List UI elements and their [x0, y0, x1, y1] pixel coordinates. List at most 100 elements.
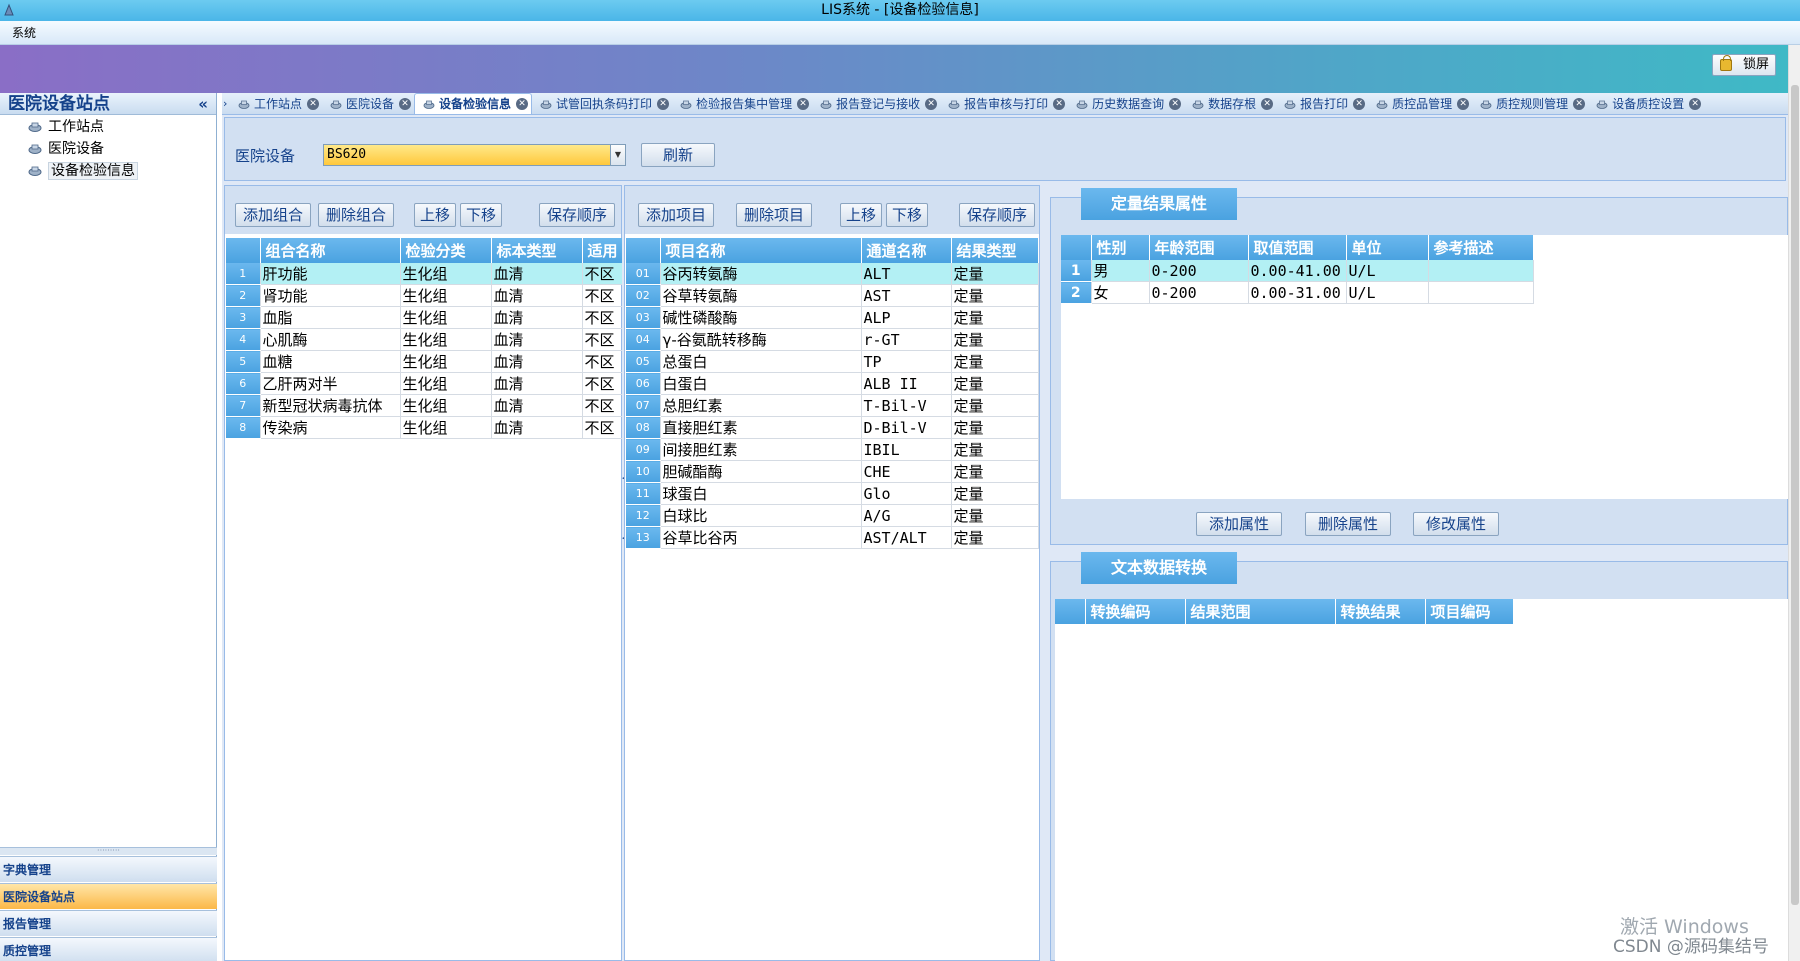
delete-group-button[interactable]: 删除组合: [318, 203, 394, 227]
add-item-button[interactable]: 添加项目: [638, 203, 714, 227]
table-row[interactable]: 2 肾功能 生化组 血清 不区: [226, 284, 623, 307]
refresh-button[interactable]: 刷新: [641, 143, 715, 167]
column-header[interactable]: 适用: [582, 238, 623, 263]
move-down-item-button[interactable]: 下移: [886, 203, 928, 227]
move-up-group-button[interactable]: 上移: [414, 203, 456, 227]
specimen-cell[interactable]: 血清: [491, 328, 583, 351]
item-name-cell[interactable]: 间接胆红素: [660, 438, 862, 461]
close-icon[interactable]: ✕: [516, 98, 529, 110]
move-up-item-button[interactable]: 上移: [840, 203, 882, 227]
tab-item[interactable]: 设备检验信息 ✕: [414, 93, 533, 114]
specimen-cell[interactable]: 血清: [491, 350, 583, 373]
group-name-cell[interactable]: 新型冠状病毒抗体: [260, 394, 401, 417]
collapse-sidebar-icon[interactable]: «: [198, 93, 208, 115]
item-name-cell[interactable]: 白蛋白: [660, 372, 862, 395]
channel-cell[interactable]: CHE: [861, 460, 952, 483]
table-row[interactable]: 4 心肌酶 生化组 血清 不区: [226, 328, 623, 351]
table-row[interactable]: 05 总蛋白 TP 定量: [626, 350, 1039, 373]
channel-cell[interactable]: ALB II: [861, 372, 952, 395]
group-name-cell[interactable]: 乙肝两对半: [260, 372, 401, 395]
nav-group-report[interactable]: 报告管理: [0, 910, 217, 936]
result-type-cell[interactable]: 定量: [951, 416, 1039, 439]
applies-cell[interactable]: 不区: [582, 416, 623, 439]
nav-group-hospital-device-station[interactable]: 医院设备站点: [0, 883, 217, 909]
applies-cell[interactable]: 不区: [582, 306, 623, 329]
channel-cell[interactable]: IBIL: [861, 438, 952, 461]
item-name-cell[interactable]: 胆碱酯酶: [660, 460, 862, 483]
channel-cell[interactable]: ALP: [861, 306, 952, 329]
close-icon[interactable]: ✕: [1261, 98, 1274, 110]
applies-cell[interactable]: 不区: [582, 350, 623, 373]
column-header[interactable]: 转换结果: [1335, 599, 1426, 624]
value-range-cell[interactable]: 0.00-41.00: [1248, 260, 1347, 282]
category-cell[interactable]: 生化组: [400, 416, 492, 439]
channel-cell[interactable]: AST: [861, 284, 952, 307]
applies-cell[interactable]: 不区: [582, 372, 623, 395]
table-row[interactable]: 01 谷丙转氨酶 ALT 定量: [626, 263, 1039, 285]
group-name-cell[interactable]: 心肌酶: [260, 328, 401, 351]
category-cell[interactable]: 生化组: [400, 306, 492, 329]
category-cell[interactable]: 生化组: [400, 350, 492, 373]
item-name-cell[interactable]: 碱性磷酸酶: [660, 306, 862, 329]
delete-item-button[interactable]: 删除项目: [736, 203, 812, 227]
table-row[interactable]: 1 男 0-200 0.00-41.00 U/L: [1061, 260, 1534, 282]
add-group-button[interactable]: 添加组合: [235, 203, 311, 227]
device-select[interactable]: BS620: [323, 144, 613, 166]
menu-system[interactable]: 系统: [8, 25, 40, 41]
table-row[interactable]: 13 谷草比谷丙 AST/ALT 定量: [626, 526, 1039, 549]
specimen-cell[interactable]: 血清: [491, 306, 583, 329]
specimen-cell[interactable]: 血清: [491, 263, 583, 285]
result-type-cell[interactable]: 定量: [951, 372, 1039, 395]
category-cell[interactable]: 生化组: [400, 394, 492, 417]
tab-item[interactable]: 质控规则管理 ✕: [1472, 94, 1588, 114]
result-type-cell[interactable]: 定量: [951, 482, 1039, 505]
channel-cell[interactable]: ALT: [861, 263, 952, 285]
save-item-order-button[interactable]: 保存顺序: [959, 203, 1035, 227]
nav-group-quality-control[interactable]: 质控管理: [0, 937, 217, 961]
table-row[interactable]: 5 血糖 生化组 血清 不区: [226, 350, 623, 373]
age-range-cell[interactable]: 0-200: [1149, 281, 1249, 304]
window-scrollbar[interactable]: [1788, 45, 1800, 961]
item-name-cell[interactable]: 总蛋白: [660, 350, 862, 373]
value-range-cell[interactable]: 0.00-31.00: [1248, 281, 1347, 304]
close-icon[interactable]: ✕: [925, 98, 938, 110]
table-row[interactable]: 8 传染病 生化组 血清 不区: [226, 416, 623, 439]
channel-cell[interactable]: A/G: [861, 504, 952, 527]
tab-item[interactable]: 工作站点 ✕: [230, 94, 322, 114]
chevron-down-icon[interactable]: ▼: [610, 144, 626, 166]
item-name-cell[interactable]: 谷草比谷丙: [660, 526, 862, 549]
close-icon[interactable]: ✕: [1573, 98, 1586, 110]
item-name-cell[interactable]: 直接胆红素: [660, 416, 862, 439]
column-header[interactable]: 转换编码: [1085, 599, 1186, 624]
category-cell[interactable]: 生化组: [400, 284, 492, 307]
sidebar-item-hospital-device[interactable]: 医院设备: [0, 138, 216, 160]
edit-attribute-button[interactable]: 修改属性: [1413, 512, 1499, 536]
sex-cell[interactable]: 女: [1091, 281, 1150, 304]
tab-item[interactable]: 报告打印 ✕: [1276, 94, 1368, 114]
applies-cell[interactable]: 不区: [582, 263, 623, 285]
close-icon[interactable]: ✕: [399, 98, 412, 110]
age-range-cell[interactable]: 0-200: [1149, 260, 1249, 282]
tab-item[interactable]: 检验报告集中管理 ✕: [672, 94, 812, 114]
tab-item[interactable]: 质控品管理 ✕: [1368, 94, 1472, 114]
result-type-cell[interactable]: 定量: [951, 504, 1039, 527]
group-name-cell[interactable]: 血脂: [260, 306, 401, 329]
column-header[interactable]: 组合名称: [260, 238, 401, 263]
close-icon[interactable]: ✕: [1689, 98, 1702, 110]
table-row[interactable]: 10 胆碱酯酶 CHE 定量: [626, 460, 1039, 483]
table-row[interactable]: 02 谷草转氨酶 AST 定量: [626, 284, 1039, 307]
table-row[interactable]: 12 白球比 A/G 定量: [626, 504, 1039, 527]
tab-item[interactable]: 设备质控设置 ✕: [1588, 94, 1704, 114]
lock-screen-button[interactable]: 锁屏: [1712, 54, 1776, 76]
column-header[interactable]: 年龄范围: [1149, 235, 1249, 260]
delete-attribute-button[interactable]: 删除属性: [1305, 512, 1391, 536]
result-type-cell[interactable]: 定量: [951, 350, 1039, 373]
category-cell[interactable]: 生化组: [400, 328, 492, 351]
column-header[interactable]: 参考描述: [1428, 235, 1534, 260]
category-cell[interactable]: 生化组: [400, 372, 492, 395]
tab-item[interactable]: 医院设备 ✕: [322, 94, 414, 114]
result-type-cell[interactable]: 定量: [951, 328, 1039, 351]
category-cell[interactable]: 生化组: [400, 263, 492, 285]
sidebar-splitter[interactable]: ·········: [0, 847, 217, 855]
column-header[interactable]: 标本类型: [491, 238, 583, 263]
